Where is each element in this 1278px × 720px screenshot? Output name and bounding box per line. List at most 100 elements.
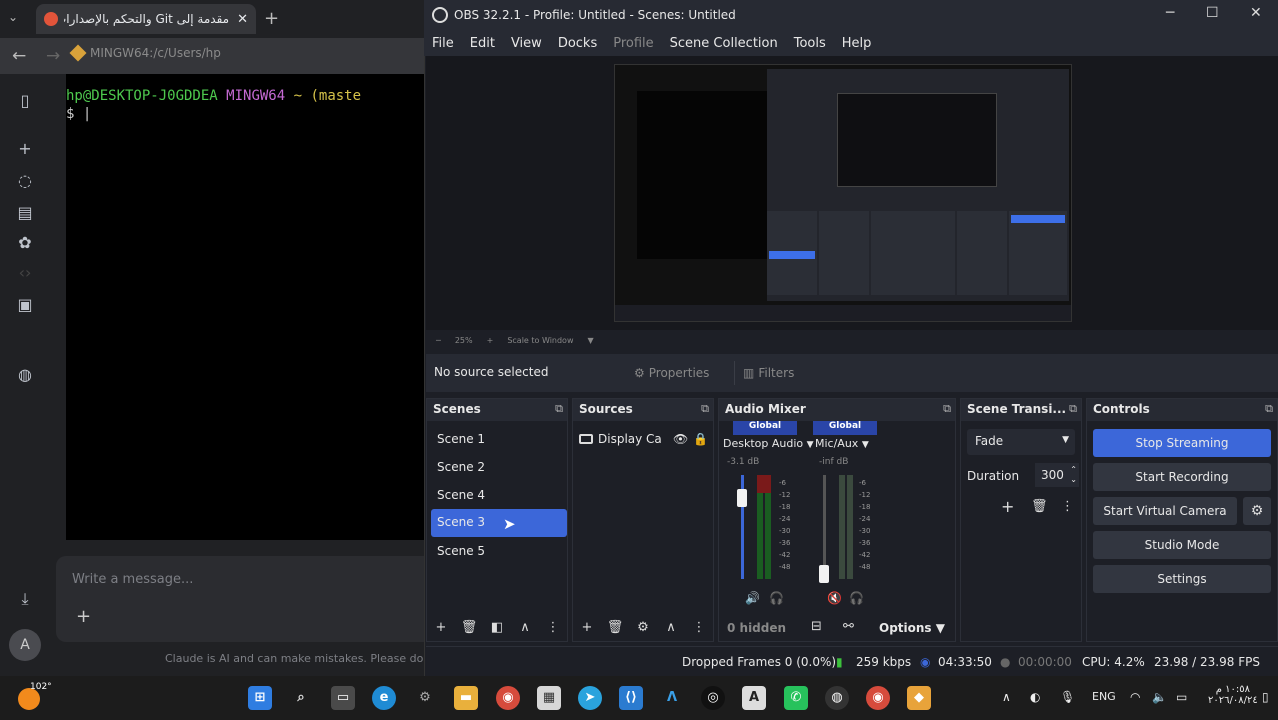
file-explorer-icon[interactable]: ▬ [454,686,478,710]
palette-icon[interactable]: ◍ [14,364,36,386]
message-input-box[interactable] [56,556,436,642]
settings-gear-icon[interactable]: ⚙ [413,686,437,710]
scene-item-selected[interactable]: Scene 3 [431,509,567,537]
microphone-icon[interactable]: 🎙 [1060,690,1075,704]
claude-app-icon[interactable]: A [742,686,766,710]
chrome-icon[interactable]: ◉ [866,686,890,710]
tab-search-button[interactable]: ⌄ [8,10,18,24]
new-chat-icon[interactable]: + [14,138,36,160]
undock-icon[interactable]: ⧉ [1069,402,1077,416]
scene-item[interactable]: Scene 5 [431,539,567,565]
link-icon[interactable]: ⚯ [843,619,854,634]
code-icon[interactable]: ‹› [14,262,36,284]
remove-transition-icon[interactable]: 🗑 [1031,499,1048,514]
remove-scene-icon[interactable]: 🗑 [455,620,483,635]
tray-overflow-icon[interactable]: ∧ [1002,690,1011,704]
battery-icon[interactable]: ▭ [1176,690,1187,704]
maximize-icon[interactable]: ☐ [1206,5,1219,21]
start-recording-button[interactable]: Start Recording [1093,463,1271,491]
add-scene-icon[interactable]: + [427,620,455,635]
menu-tools[interactable]: Tools [794,36,826,51]
more-icon[interactable]: ⋮ [539,620,567,635]
telegram-icon[interactable]: ➤ [578,686,602,710]
volume-fader-handle[interactable] [819,565,829,583]
menu-edit[interactable]: Edit [470,36,495,51]
message-placeholder[interactable]: Write a message... [72,572,193,587]
scene-item[interactable]: Scene 2 [431,455,567,481]
git-icon[interactable]: ◆ [907,686,931,710]
move-up-icon[interactable]: ∧ [511,620,539,635]
options-button[interactable]: Options ▼ [879,621,945,635]
language-indicator[interactable]: ENG [1092,690,1116,703]
browser-tab[interactable]: مقدمة إلى Git والتحكم بالإصدارات ✕ [36,4,256,34]
layout-icon[interactable]: ⊟ [811,619,822,634]
projects-icon[interactable]: ▤ [14,202,36,224]
undock-icon[interactable]: ⧉ [943,402,951,416]
github-icon[interactable]: ◎ [701,686,725,710]
filter-scene-icon[interactable]: ◧ [483,620,511,635]
add-source-icon[interactable]: + [573,620,601,635]
source-item[interactable]: Display Ca 👁 🔒 [579,429,711,449]
properties-button[interactable]: ⚙ Properties [634,361,722,385]
menu-file[interactable]: File [432,36,454,51]
tray-app-icon[interactable]: ◐ [1030,690,1040,704]
scene-item[interactable]: Scene 1 [431,427,567,453]
clock[interactable]: ١٠:٥٨ م ٢٠٢٦/٠٨/٢٤ [1208,684,1258,706]
headphones-icon[interactable]: 🎧 [849,591,864,605]
briefcase-icon[interactable]: ▣ [14,294,36,316]
display-capture-preview[interactable] [614,64,1072,322]
avatar[interactable]: A [9,629,41,661]
zoom-out-icon[interactable]: ─ [436,336,441,345]
scale-dropdown-icon[interactable]: ▼ [588,336,594,345]
add-transition-icon[interactable]: + [1001,497,1014,516]
channel-name[interactable]: Desktop Audio ▼ [723,437,814,450]
whatsapp-icon[interactable]: ✆ [784,686,808,710]
headphones-icon[interactable]: 🎧 [769,591,784,605]
eye-icon[interactable]: 👁 [673,432,688,446]
notifications-icon[interactable]: ▯ [1262,690,1269,704]
speaker-icon[interactable]: 🔊 [745,591,760,605]
chats-icon[interactable]: ◌ [14,170,36,192]
scene-item[interactable]: Scene 4 [431,483,567,509]
terminal-output[interactable]: hp@DESKTOP-J0GDDEA MINGW64 ~ (maste $ | [66,74,430,540]
back-arrow-icon[interactable]: ← [12,46,26,66]
remove-source-icon[interactable]: 🗑 [601,620,629,635]
lock-icon[interactable]: 🔒 [693,432,708,446]
sidebar-toggle-icon[interactable]: ▯ [14,90,36,112]
stop-streaming-button[interactable]: Stop Streaming [1093,429,1271,457]
scale-to-window[interactable]: Scale to Window [507,336,573,345]
close-icon[interactable]: ✕ [1250,5,1262,21]
settings-button[interactable]: Settings [1093,565,1271,593]
menu-docks[interactable]: Docks [558,36,597,51]
more-icon[interactable]: ⋮ [1061,499,1074,514]
menu-profile[interactable]: Profile [613,36,653,51]
attach-plus-icon[interactable]: + [76,606,91,627]
virtual-camera-settings-icon[interactable]: ⚙ [1243,497,1271,525]
volume-fader-handle[interactable] [737,489,747,507]
search-icon[interactable]: ⌕ [289,686,313,710]
wifi-icon[interactable]: ◠ [1130,690,1140,704]
filters-button[interactable]: ▥ Filters [734,361,804,385]
download-icon[interactable]: ⤓ [14,588,36,610]
mic-muted-icon[interactable]: 🔇 [827,591,842,605]
start-virtual-camera-button[interactable]: Start Virtual Camera [1093,497,1237,525]
forward-arrow-icon[interactable]: → [46,46,60,66]
minimize-icon[interactable]: ─ [1166,5,1174,21]
spinner-icon[interactable]: ⌃ ⌄ [1070,465,1077,485]
move-up-icon[interactable]: ∧ [657,620,685,635]
vscode-icon[interactable]: ⟨⟩ [619,686,643,710]
start-menu-icon[interactable]: ⊞ [248,686,272,710]
menu-scene-collection[interactable]: Scene Collection [670,36,778,51]
task-view-icon[interactable]: ▭ [331,686,355,710]
app-a-icon[interactable]: Λ [660,686,684,710]
duration-input[interactable]: 300 ⌃ ⌄ [1035,463,1079,487]
store-icon[interactable]: ▦ [537,686,561,710]
undock-icon[interactable]: ⧉ [701,402,709,416]
undock-icon[interactable]: ⧉ [1265,402,1273,416]
transition-select[interactable]: Fade ▼ [967,429,1075,455]
volume-fader-track[interactable] [823,475,826,579]
artifacts-icon[interactable]: ✿ [14,232,36,254]
source-settings-icon[interactable]: ⚙ [629,620,657,635]
tab-close-button[interactable]: ✕ [237,12,248,27]
zoom-in-icon[interactable]: + [487,336,494,345]
